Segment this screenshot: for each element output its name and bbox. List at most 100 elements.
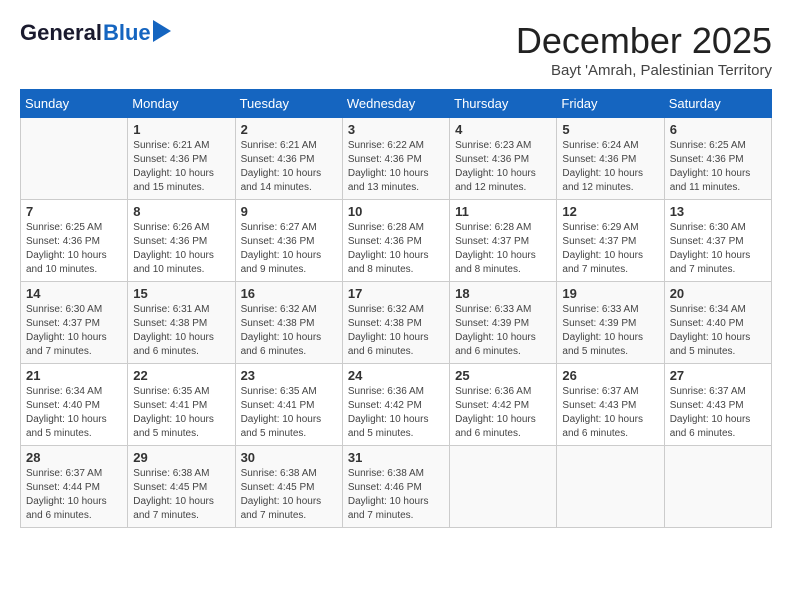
calendar-cell: 27Sunrise: 6:37 AM Sunset: 4:43 PM Dayli…	[664, 364, 771, 446]
day-info: Sunrise: 6:21 AM Sunset: 4:36 PM Dayligh…	[133, 139, 229, 195]
day-number: 3	[348, 122, 444, 137]
calendar-cell: 17 Sunrise: 6:32 AM Sunset: 4:38 PM Dayli…	[342, 282, 449, 364]
day-number: 20	[670, 286, 766, 301]
day-info: Sunrise: 6:22 AM Sunset: 4:36 PM Dayligh…	[348, 139, 444, 195]
calendar-cell: 7Sunrise: 6:25 AM Sunset: 4:36 PM Daylig…	[21, 200, 128, 282]
day-number: 18	[455, 286, 551, 301]
day-info: Sunrise: 6:29 AM Sunset: 4:37 PM Dayligh…	[562, 221, 658, 277]
day-number: 23	[241, 368, 337, 383]
header-wednesday: Wednesday	[342, 90, 449, 118]
logo: General Blue	[20, 20, 151, 48]
day-info: Sunrise: 6:30 AM Sunset: 4:37 PM Dayligh…	[670, 221, 766, 277]
header-saturday: Saturday	[664, 90, 771, 118]
calendar-cell: 23Sunrise: 6:35 AM Sunset: 4:41 PM Dayli…	[235, 364, 342, 446]
day-info: Sunrise: 6:36 AM Sunset: 4:42 PM Dayligh…	[455, 385, 551, 441]
calendar-cell: 12 Sunrise: 6:29 AM Sunset: 4:37 PM Dayli…	[557, 200, 664, 282]
day-info: Sunrise: 6:37 AM Sunset: 4:44 PM Dayligh…	[26, 467, 122, 523]
day-number: 6	[670, 122, 766, 137]
calendar-cell: 11 Sunrise: 6:28 AM Sunset: 4:37 PM Dayli…	[450, 200, 557, 282]
day-number: 27	[670, 368, 766, 383]
day-number: 5	[562, 122, 658, 137]
header-sunday: Sunday	[21, 90, 128, 118]
day-number: 22	[133, 368, 229, 383]
week-row-3: 14Sunrise: 6:30 AM Sunset: 4:37 PM Dayli…	[21, 282, 772, 364]
page-header: General Blue December 2025 Bayt 'Amrah, …	[20, 20, 772, 79]
day-info: Sunrise: 6:21 AM Sunset: 4:36 PM Dayligh…	[241, 139, 337, 195]
day-number: 28	[26, 450, 122, 465]
calendar-cell: 14Sunrise: 6:30 AM Sunset: 4:37 PM Dayli…	[21, 282, 128, 364]
day-info: Sunrise: 6:25 AM Sunset: 4:36 PM Dayligh…	[26, 221, 122, 277]
header-friday: Friday	[557, 90, 664, 118]
logo-arrow-icon	[153, 20, 171, 42]
day-info: Sunrise: 6:31 AM Sunset: 4:38 PM Dayligh…	[133, 303, 229, 359]
calendar-table: SundayMondayTuesdayWednesdayThursdayFrid…	[20, 89, 772, 528]
day-info: Sunrise: 6:38 AM Sunset: 4:45 PM Dayligh…	[133, 467, 229, 523]
calendar-cell	[664, 446, 771, 528]
day-info: Sunrise: 6:33 AM Sunset: 4:39 PM Dayligh…	[455, 303, 551, 359]
day-info: Sunrise: 6:36 AM Sunset: 4:42 PM Dayligh…	[348, 385, 444, 441]
day-number: 31	[348, 450, 444, 465]
day-info: Sunrise: 6:34 AM Sunset: 4:40 PM Dayligh…	[670, 303, 766, 359]
calendar-cell: 6 Sunrise: 6:25 AM Sunset: 4:36 PM Daylig…	[664, 118, 771, 200]
day-number: 4	[455, 122, 551, 137]
day-number: 15	[133, 286, 229, 301]
week-row-2: 7Sunrise: 6:25 AM Sunset: 4:36 PM Daylig…	[21, 200, 772, 282]
day-info: Sunrise: 6:28 AM Sunset: 4:37 PM Dayligh…	[455, 221, 551, 277]
day-number: 16	[241, 286, 337, 301]
calendar-cell: 2 Sunrise: 6:21 AM Sunset: 4:36 PM Daylig…	[235, 118, 342, 200]
calendar-cell: 5Sunrise: 6:24 AM Sunset: 4:36 PM Daylig…	[557, 118, 664, 200]
header-monday: Monday	[128, 90, 235, 118]
calendar-cell: 19Sunrise: 6:33 AM Sunset: 4:39 PM Dayli…	[557, 282, 664, 364]
day-number: 25	[455, 368, 551, 383]
location: Bayt 'Amrah, Palestinian Territory	[516, 62, 772, 79]
calendar-cell: 1 Sunrise: 6:21 AM Sunset: 4:36 PM Daylig…	[128, 118, 235, 200]
day-number: 19	[562, 286, 658, 301]
week-row-5: 28 Sunrise: 6:37 AM Sunset: 4:44 PM Dayli…	[21, 446, 772, 528]
day-info: Sunrise: 6:32 AM Sunset: 4:38 PM Dayligh…	[241, 303, 337, 359]
day-number: 13	[670, 204, 766, 219]
calendar-cell: 28 Sunrise: 6:37 AM Sunset: 4:44 PM Dayli…	[21, 446, 128, 528]
day-number: 12	[562, 204, 658, 219]
day-info: Sunrise: 6:34 AM Sunset: 4:40 PM Dayligh…	[26, 385, 122, 441]
calendar-cell: 4 Sunrise: 6:23 AM Sunset: 4:36 PM Daylig…	[450, 118, 557, 200]
calendar-cell: 10 Sunrise: 6:28 AM Sunset: 4:36 PM Dayli…	[342, 200, 449, 282]
calendar-cell: 24 Sunrise: 6:36 AM Sunset: 4:42 PM Dayli…	[342, 364, 449, 446]
calendar-cell: 26Sunrise: 6:37 AM Sunset: 4:43 PM Dayli…	[557, 364, 664, 446]
calendar-cell: 16 Sunrise: 6:32 AM Sunset: 4:38 PM Dayli…	[235, 282, 342, 364]
day-number: 24	[348, 368, 444, 383]
day-number: 11	[455, 204, 551, 219]
calendar-cell: 15 Sunrise: 6:31 AM Sunset: 4:38 PM Dayli…	[128, 282, 235, 364]
day-number: 29	[133, 450, 229, 465]
calendar-cell: 8Sunrise: 6:26 AM Sunset: 4:36 PM Daylig…	[128, 200, 235, 282]
day-info: Sunrise: 6:27 AM Sunset: 4:36 PM Dayligh…	[241, 221, 337, 277]
calendar-cell: 18 Sunrise: 6:33 AM Sunset: 4:39 PM Dayli…	[450, 282, 557, 364]
calendar-cell: 3 Sunrise: 6:22 AM Sunset: 4:36 PM Daylig…	[342, 118, 449, 200]
day-number: 26	[562, 368, 658, 383]
day-number: 17	[348, 286, 444, 301]
calendar-cell: 13 Sunrise: 6:30 AM Sunset: 4:37 PM Dayli…	[664, 200, 771, 282]
calendar-cell: 22 Sunrise: 6:35 AM Sunset: 4:41 PM Dayli…	[128, 364, 235, 446]
day-info: Sunrise: 6:26 AM Sunset: 4:36 PM Dayligh…	[133, 221, 229, 277]
day-number: 2	[241, 122, 337, 137]
day-number: 9	[241, 204, 337, 219]
week-row-4: 21 Sunrise: 6:34 AM Sunset: 4:40 PM Dayli…	[21, 364, 772, 446]
calendar-cell: 9 Sunrise: 6:27 AM Sunset: 4:36 PM Daylig…	[235, 200, 342, 282]
logo-general: General	[20, 20, 102, 46]
calendar-cell	[557, 446, 664, 528]
calendar-cell: 31Sunrise: 6:38 AM Sunset: 4:46 PM Dayli…	[342, 446, 449, 528]
calendar-cell	[21, 118, 128, 200]
day-info: Sunrise: 6:23 AM Sunset: 4:36 PM Dayligh…	[455, 139, 551, 195]
day-number: 21	[26, 368, 122, 383]
day-info: Sunrise: 6:35 AM Sunset: 4:41 PM Dayligh…	[133, 385, 229, 441]
logo-blue: Blue	[103, 20, 151, 46]
calendar-cell: 29 Sunrise: 6:38 AM Sunset: 4:45 PM Dayli…	[128, 446, 235, 528]
day-info: Sunrise: 6:32 AM Sunset: 4:38 PM Dayligh…	[348, 303, 444, 359]
day-info: Sunrise: 6:25 AM Sunset: 4:36 PM Dayligh…	[670, 139, 766, 195]
day-info: Sunrise: 6:38 AM Sunset: 4:45 PM Dayligh…	[241, 467, 337, 523]
day-number: 1	[133, 122, 229, 137]
header-thursday: Thursday	[450, 90, 557, 118]
calendar-cell: 30Sunrise: 6:38 AM Sunset: 4:45 PM Dayli…	[235, 446, 342, 528]
day-info: Sunrise: 6:28 AM Sunset: 4:36 PM Dayligh…	[348, 221, 444, 277]
day-number: 10	[348, 204, 444, 219]
week-row-1: 1 Sunrise: 6:21 AM Sunset: 4:36 PM Daylig…	[21, 118, 772, 200]
